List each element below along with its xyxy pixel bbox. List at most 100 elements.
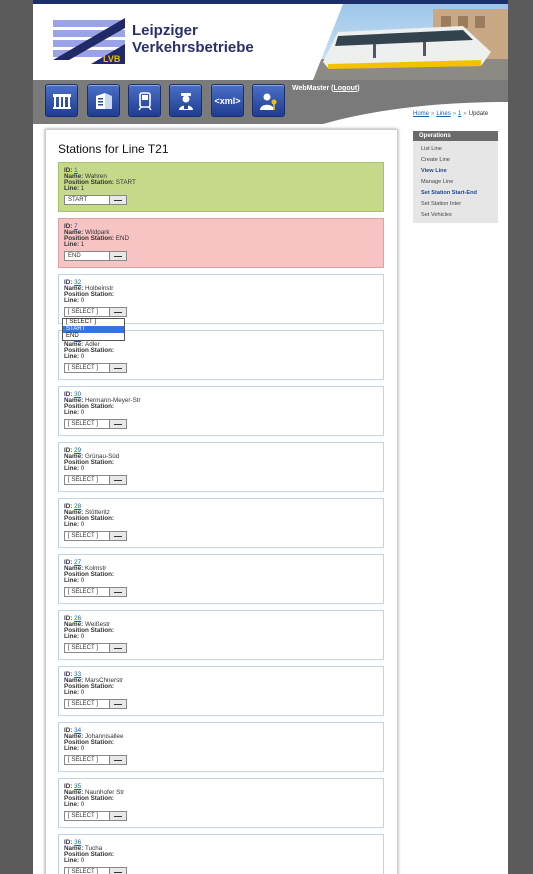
station-line: 0 [80, 465, 85, 472]
station-line-row: Line: 0 [64, 521, 85, 528]
dropdown-option[interactable]: START [63, 326, 124, 333]
position-select-value: [ SELECT ] [68, 309, 98, 315]
nav-xml-button[interactable]: <xml> [211, 84, 244, 117]
sidebar-item[interactable]: Manage Line [421, 179, 453, 185]
sidebar-item[interactable]: View Line [421, 168, 447, 174]
position-select[interactable]: [ SELECT ] [64, 307, 127, 317]
station-line: 0 [80, 745, 85, 752]
breadcrumb-lines-link[interactable]: Lines [436, 111, 450, 117]
station-card: ID: 29 Name: Grünau-Süd Position Station: … [58, 442, 384, 492]
user-info: WebMaster (Logout) [292, 85, 360, 92]
station-line: 1 [80, 241, 85, 248]
station-line: 0 [80, 409, 85, 416]
tram-icon [137, 91, 152, 110]
position-select-button[interactable] [109, 476, 126, 484]
position-select-button[interactable] [109, 420, 126, 428]
station-line-row: Line: 0 [64, 745, 85, 752]
sidebar-item[interactable]: Set Station Inter [421, 201, 461, 207]
sidebar-item[interactable]: Set Station Start-End [421, 190, 477, 196]
station-position: END [115, 235, 130, 242]
station-line: 0 [80, 633, 85, 640]
logout-link[interactable]: Logout [334, 85, 358, 92]
breadcrumb-separator: » [452, 111, 457, 117]
position-select[interactable]: [ SELECT ] [64, 363, 127, 373]
station-card: ID: 34 Name: Johannisallee Position Statio… [58, 722, 384, 772]
position-select-value: [ SELECT ] [68, 701, 98, 707]
line-label: Line: [64, 801, 81, 808]
breadcrumb-current: Update [468, 111, 489, 117]
line-label: Line: [64, 297, 81, 304]
position-select[interactable]: [ SELECT ] [64, 587, 127, 597]
lvb-logo-text: LVB [103, 54, 121, 64]
position-select[interactable]: [ SELECT ] [64, 643, 127, 653]
position-select-button[interactable] [109, 756, 126, 764]
position-select-button[interactable] [109, 644, 126, 652]
position-select-value: [ SELECT ] [68, 477, 98, 483]
position-select[interactable]: [ SELECT ] [64, 419, 127, 429]
sidebar-operations: Operations List Line Create Line View Line… [413, 131, 498, 223]
station-card: ID: 32 Name: Holbeinstr Position Station: … [58, 274, 384, 324]
position-select-button[interactable] [109, 812, 126, 820]
line-label: Line: [64, 633, 81, 640]
position-select[interactable]: [ SELECT ] [64, 475, 127, 485]
breadcrumb-id-link[interactable]: 1 [458, 111, 461, 117]
sidebar-item[interactable]: Create Line [421, 157, 450, 163]
nav-building-button[interactable] [87, 84, 120, 117]
breadcrumb-home-link[interactable]: Home [413, 111, 429, 117]
position-select-button[interactable] [109, 364, 126, 372]
station-line-row: Line: 1 [64, 185, 84, 192]
username: WebMaster [292, 85, 330, 92]
line-label: Line: [64, 689, 81, 696]
station-line: 0 [80, 297, 85, 304]
station-card: ID: 7 Name: Wildpark Position Station: END… [58, 218, 384, 268]
position-select[interactable]: [ SELECT ] [64, 867, 127, 874]
line-label: Line: [64, 465, 81, 472]
position-dropdown-list: [ SELECT ] START END [62, 318, 125, 341]
position-select-button[interactable] [109, 252, 126, 260]
position-select-button[interactable] [109, 308, 126, 316]
station-line: 0 [80, 689, 85, 696]
sidebar-heading-label: Operations [419, 133, 451, 139]
station-card: ID: 36 Name: Tucha Position Station: Line:… [58, 834, 384, 874]
line-label: Line: [64, 745, 81, 752]
position-select-button[interactable] [109, 700, 126, 708]
dropdown-option[interactable]: END [63, 333, 124, 340]
position-select-button[interactable] [109, 196, 126, 204]
line-label: Line: [64, 577, 81, 584]
station-card: ID: 1 Name: Wahren Position Station: START… [58, 162, 384, 212]
lvb-logo-icon: LVB [53, 16, 125, 64]
station-line-row: Line: 0 [64, 857, 85, 864]
nav-station-button[interactable] [45, 84, 78, 117]
station-card: ID: 33 Name: MarsChnerstr Position Station… [58, 666, 384, 716]
station-icon [52, 93, 71, 109]
position-select-value: [ SELECT ] [68, 533, 98, 539]
station-card: ID: 27 Name: Kolmstr Position Station: Lin… [58, 554, 384, 604]
station-card: ID: 26 Name: Weißestr Position Station: Li… [58, 610, 384, 660]
position-select-value: [ SELECT ] [68, 757, 98, 763]
position-select[interactable]: [ SELECT ] [64, 531, 127, 541]
position-select-value: END [68, 253, 81, 259]
position-select-button[interactable] [109, 532, 126, 540]
position-select[interactable]: [ SELECT ] [64, 811, 127, 821]
station-line: 0 [80, 801, 85, 808]
position-select[interactable]: START [64, 195, 127, 205]
position-select[interactable]: END [64, 251, 127, 261]
position-select-value: [ SELECT ] [68, 869, 98, 874]
line-label: Line: [64, 857, 81, 864]
position-select-button[interactable] [109, 868, 126, 874]
tram-photo-image [313, 4, 508, 80]
sidebar-item[interactable]: Set Vehicles [421, 212, 452, 218]
sidebar-item[interactable]: List Line [421, 146, 442, 152]
station-line: 0 [80, 857, 85, 864]
position-select[interactable]: [ SELECT ] [64, 699, 127, 709]
nav-user-key-button[interactable] [252, 84, 285, 117]
nav-tram-button[interactable] [128, 84, 161, 117]
nav-driver-button[interactable] [169, 84, 202, 117]
position-select[interactable]: [ SELECT ] [64, 755, 127, 765]
station-line: 0 [80, 521, 85, 528]
page: LVB Leipziger Verkehrsbetriebe <xml> Web… [33, 0, 508, 874]
dropdown-option[interactable]: [ SELECT ] [63, 319, 124, 326]
station-line-row: Line: 0 [64, 409, 85, 416]
station-card: ID: 35 Name: Naunhofer Str Position Statio… [58, 778, 384, 828]
position-select-button[interactable] [109, 588, 126, 596]
